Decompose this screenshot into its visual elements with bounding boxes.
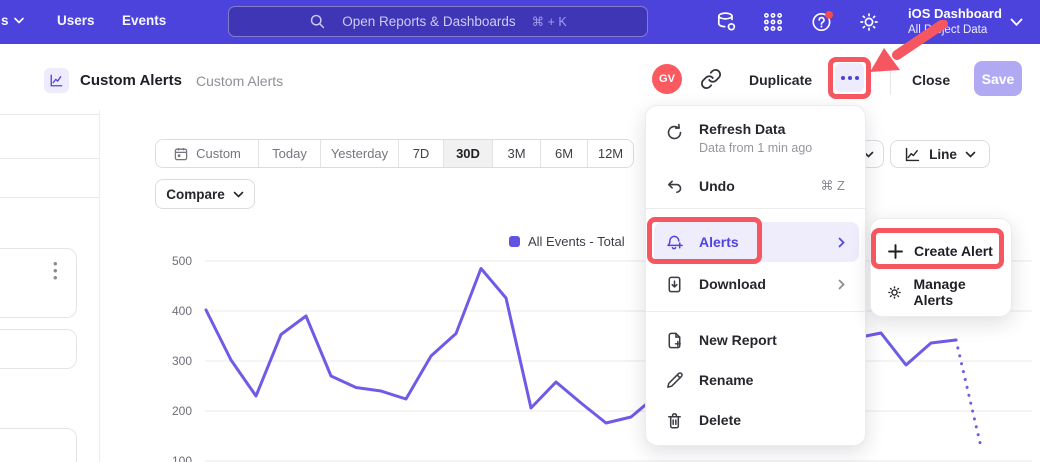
chevron-right-icon [838, 237, 845, 248]
rail-divider [0, 197, 99, 198]
refresh-icon [664, 122, 684, 142]
date-range-yesterday[interactable]: Yesterday [321, 140, 399, 167]
date-range-3m[interactable]: 3M [493, 140, 541, 167]
line-chart-icon [904, 146, 921, 163]
gear-icon [886, 283, 904, 301]
menu-item-delete[interactable]: Delete [654, 400, 859, 440]
menu-item-label: Download [699, 276, 766, 292]
share-link-icon[interactable] [700, 68, 722, 90]
card-kebab-menu-icon[interactable]: ••• [53, 260, 58, 281]
undo-icon [664, 176, 684, 196]
date-range-30d-selected[interactable]: 30D [444, 140, 493, 167]
menu-item-label: New Report [699, 332, 777, 348]
y-axis-tick: 500 [152, 254, 192, 268]
notification-badge [825, 11, 833, 19]
alerts-submenu: Create Alert Manage Alerts [870, 218, 1012, 317]
submenu-item-label: Manage Alerts [914, 276, 1007, 308]
search-placeholder: Open Reports & Dashboards [342, 14, 515, 29]
global-search-input[interactable]: Open Reports & Dashboards ⌘ + K [228, 6, 648, 37]
nav-item-truncated[interactable]: s [1, 13, 24, 28]
menu-item-sublabel: Data from 1 min ago [699, 141, 812, 155]
data-management-icon[interactable] [714, 10, 738, 34]
apps-grid-icon[interactable] [762, 11, 784, 33]
project-name: iOS Dashboard [908, 4, 1002, 23]
context-menu: Refresh Data Data from 1 min ago Undo ⌘ … [645, 105, 866, 446]
menu-item-undo[interactable]: Undo ⌘ Z [654, 166, 859, 206]
chart-type-button[interactable]: Line [890, 140, 990, 168]
plus-icon [886, 242, 904, 260]
query-builder-card[interactable] [0, 428, 77, 462]
chevron-down-icon [965, 151, 976, 158]
menu-divider [646, 208, 867, 209]
submenu-item-label: Create Alert [914, 243, 993, 259]
chart-line-projected [956, 340, 981, 447]
query-builder-card[interactable] [0, 329, 77, 369]
menu-item-label: Rename [699, 372, 753, 388]
menu-item-label: Undo [699, 178, 735, 194]
avatar[interactable]: GV [652, 64, 682, 94]
menu-item-label: Delete [699, 412, 741, 428]
chart-legend[interactable]: All Events - Total [509, 234, 625, 249]
close-button[interactable]: Close [912, 72, 950, 88]
trash-icon [664, 410, 684, 430]
rail-divider [0, 114, 99, 115]
menu-item-refresh-data[interactable]: Refresh Data Data from 1 min ago [654, 116, 859, 164]
project-selector[interactable]: iOS Dashboard All Project Data [908, 4, 1002, 37]
page-title: Custom Alerts [80, 72, 182, 89]
menu-item-download[interactable]: Download [654, 264, 859, 304]
chevron-down-icon [233, 191, 244, 198]
menu-divider [646, 311, 867, 312]
header-divider [890, 62, 891, 95]
chevron-down-icon [14, 17, 24, 24]
project-scope: All Project Data [908, 23, 1002, 37]
bell-plus-icon [664, 232, 684, 252]
top-navbar: s Users Events Open Reports & Dashboards… [0, 0, 1040, 44]
date-range-7d[interactable]: 7D [399, 140, 444, 167]
date-range-segmented-control: Custom Today Yesterday 7D 30D 3M 6M 12M [155, 139, 634, 168]
search-icon [309, 13, 326, 30]
menu-item-label: Refresh Data [699, 121, 812, 137]
app-window: 500 400 300 200 100 All Events - Total •… [0, 0, 1040, 462]
search-shortcut: ⌘ + K [532, 14, 567, 29]
menu-item-label: Alerts [699, 234, 739, 250]
y-axis-tick: 100 [152, 454, 192, 462]
project-chevron-down-icon[interactable] [1010, 18, 1023, 27]
calendar-icon [173, 146, 189, 162]
y-axis-tick: 300 [152, 354, 192, 368]
sidebar-divider [99, 110, 100, 462]
legend-label: All Events - Total [528, 234, 625, 249]
y-axis-tick: 200 [152, 404, 192, 418]
settings-gear-icon[interactable] [857, 10, 881, 34]
compare-button[interactable]: Compare [155, 179, 255, 209]
nav-item-events[interactable]: Events [122, 13, 166, 28]
chevron-right-icon [838, 279, 845, 290]
report-icon [44, 68, 69, 93]
doc-plus-icon [664, 330, 684, 350]
submenu-item-manage-alerts[interactable]: Manage Alerts [878, 273, 1006, 311]
save-button[interactable]: Save [974, 61, 1022, 96]
more-options-button[interactable] [835, 63, 864, 92]
more-icon [841, 76, 845, 80]
pencil-icon [664, 370, 684, 390]
duplicate-button[interactable]: Duplicate [749, 72, 812, 88]
download-doc-icon [664, 274, 684, 294]
menu-item-new-report[interactable]: New Report [654, 320, 859, 360]
breadcrumb[interactable]: Custom Alerts [196, 73, 283, 89]
submenu-item-create-alert[interactable]: Create Alert [878, 232, 1006, 270]
date-range-6m[interactable]: 6M [541, 140, 588, 167]
rail-divider [0, 158, 99, 159]
date-range-today[interactable]: Today [259, 140, 321, 167]
menu-item-shortcut: ⌘ Z [820, 178, 845, 194]
query-builder-card[interactable] [0, 248, 77, 318]
y-axis-tick: 400 [152, 304, 192, 318]
legend-swatch [509, 236, 520, 247]
nav-item-users[interactable]: Users [57, 13, 95, 28]
help-icon[interactable] [810, 10, 834, 34]
date-range-custom[interactable]: Custom [156, 140, 259, 167]
date-range-12m[interactable]: 12M [588, 140, 633, 167]
menu-item-alerts[interactable]: Alerts [654, 222, 859, 262]
menu-item-rename[interactable]: Rename [654, 360, 859, 400]
